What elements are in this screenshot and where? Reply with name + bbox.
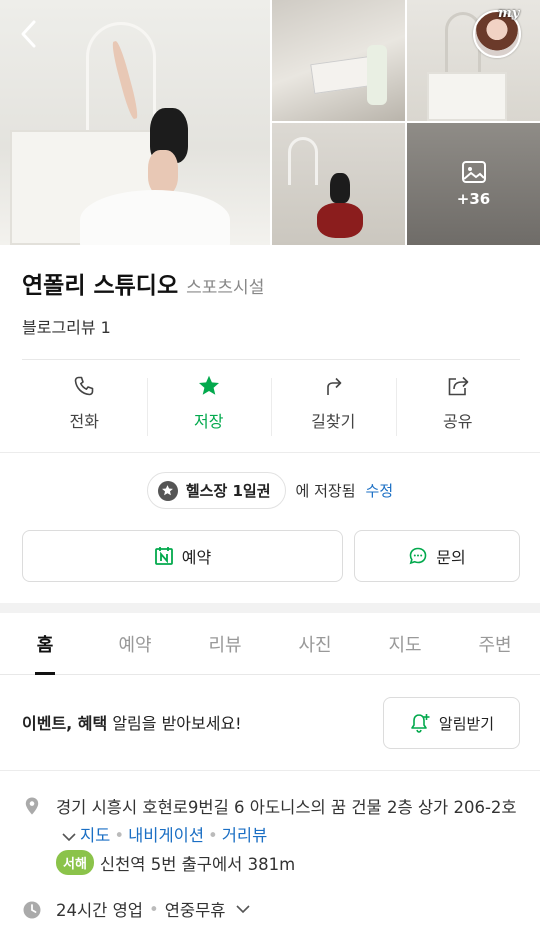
skirt-decor (80, 190, 230, 245)
tab-bar: 홈 예약 리뷰 사진 지도 주변 (0, 613, 540, 675)
directions-icon (327, 377, 342, 395)
reserve-button[interactable]: 예약 (22, 530, 343, 582)
subscribe-alert-button[interactable]: 알림받기 (383, 697, 520, 749)
title-row: 연폴리 스튜디오 스포츠시설 (22, 266, 264, 300)
more-photos-button[interactable]: +36 (407, 123, 540, 245)
tab-review[interactable]: 리뷰 (180, 613, 270, 674)
navigation-link[interactable]: 내비게이션 (128, 826, 204, 845)
location-pin-icon (25, 797, 39, 815)
subway-info: 서해 신천역 5번 출구에서 381m (56, 850, 295, 875)
separator-dot: • (208, 826, 218, 845)
separator-dot: • (114, 826, 125, 845)
chat-icon (409, 547, 427, 565)
divider (0, 452, 540, 453)
separator-dot: • (148, 899, 159, 919)
image-icon (461, 161, 486, 183)
tab-nearby[interactable]: 주변 (450, 613, 540, 674)
books-decor (310, 55, 374, 95)
vase-decor (367, 45, 387, 105)
call-label: 전화 (69, 412, 99, 431)
divider (0, 770, 540, 771)
alert-message: 이벤트, 혜택 알림을 받아보세요! (22, 710, 242, 734)
subway-distance: 신천역 5번 출구에서 381m (99, 854, 296, 874)
photo-gallery[interactable]: my +36 (0, 0, 540, 245)
alert-message-rest: 알림을 받아보세요! (107, 714, 242, 733)
phone-icon (74, 376, 94, 396)
street-view-link[interactable]: 거리뷰 (222, 826, 268, 845)
saved-folder-chip[interactable]: 헬스장 1일권 (146, 472, 286, 509)
address-text: 경기 시흥시 호현로9번길 6 아도니스의 꿈 건물 2층 상가 206-2호 (56, 798, 517, 817)
profile-tag: my (498, 6, 520, 21)
photo-thumb-1[interactable] (272, 0, 405, 121)
saved-suffix: 에 저장됨 (295, 482, 356, 500)
place-category: 스포츠시설 (186, 278, 265, 298)
call-button[interactable]: 전화 (22, 374, 147, 436)
alert-message-bold: 이벤트, 혜택 (22, 714, 108, 733)
more-photos-count: +36 (456, 190, 491, 208)
divider (22, 359, 520, 360)
edit-saved-link[interactable]: 수정 (366, 480, 394, 501)
red-dress-decor (317, 203, 363, 238)
address-block: 경기 시흥시 호현로9번길 6 아도니스의 꿈 건물 2층 상가 206-2호지… (56, 794, 526, 850)
star-icon (198, 375, 219, 395)
subway-line-badge: 서해 (56, 850, 94, 875)
back-button[interactable] (14, 16, 46, 52)
reserve-label: 예약 (181, 548, 212, 567)
saved-folder-row: 헬스장 1일권 에 저장됨 수정 (0, 472, 540, 509)
action-bar: 전화 저장 길찾기 공유 (22, 374, 520, 436)
save-label: 저장 (194, 412, 224, 431)
subscribe-alert-label: 알림받기 (438, 714, 495, 733)
tab-map[interactable]: 지도 (360, 613, 450, 674)
tab-photo[interactable]: 사진 (270, 613, 360, 674)
map-link[interactable]: 지도 (80, 826, 110, 845)
share-icon (448, 376, 469, 396)
share-label: 공유 (443, 412, 473, 431)
photo-thumb-3[interactable] (272, 123, 405, 245)
directions-label: 길찾기 (311, 412, 356, 431)
tab-home[interactable]: 홈 (0, 613, 90, 674)
chevron-down-icon (236, 905, 251, 914)
chevron-left-icon (21, 20, 36, 48)
share-button[interactable]: 공유 (395, 374, 521, 436)
directions-button[interactable]: 길찾기 (271, 374, 396, 436)
saved-folder-name: 헬스장 1일권 (185, 482, 271, 500)
photo-thumb-2[interactable] (407, 0, 540, 121)
fireplace-decor (427, 72, 507, 121)
section-separator (0, 603, 540, 613)
business-hours[interactable]: 24시간 영업 • 연중무휴 (56, 897, 251, 921)
clock-icon (23, 901, 41, 919)
save-button[interactable]: 저장 (146, 374, 272, 436)
hours-text: 24시간 영업 (56, 901, 143, 920)
bell-plus-icon (411, 714, 430, 733)
arch-mirror-decor (288, 137, 318, 185)
naver-calendar-icon (154, 547, 173, 565)
place-name: 연폴리 스튜디오 (22, 273, 179, 299)
inquiry-label: 문의 (436, 548, 466, 567)
chevron-down-icon[interactable] (62, 832, 76, 842)
star-badge-icon (157, 480, 178, 501)
tab-reserve[interactable]: 예약 (90, 613, 180, 674)
holiday-text: 연중무휴 (164, 901, 226, 920)
inquiry-button[interactable]: 문의 (354, 530, 520, 582)
person-torso-decor (148, 150, 178, 195)
person-hair-decor (330, 173, 350, 203)
blog-review-link[interactable]: 블로그리뷰 1 (22, 314, 111, 338)
